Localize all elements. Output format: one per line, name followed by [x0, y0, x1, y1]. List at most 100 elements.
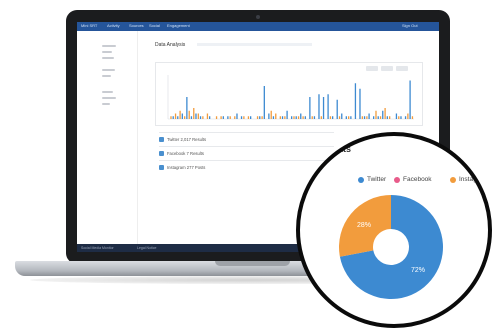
- bar-instagram: [389, 116, 391, 119]
- bar-twitter: [227, 116, 229, 119]
- bar-instagram: [329, 116, 332, 119]
- sidebar-item[interactable]: [102, 91, 113, 93]
- bar-twitter: [359, 88, 361, 119]
- bar-twitter: [195, 113, 197, 119]
- bar-instagram: [384, 108, 386, 119]
- bar-twitter: [382, 110, 384, 119]
- bar-instagram: [243, 116, 245, 119]
- sidebar-item[interactable]: [102, 75, 111, 77]
- sidebar-item[interactable]: [102, 51, 112, 53]
- bar-instagram: [215, 116, 218, 119]
- facebook-icon: [159, 151, 164, 156]
- legend-label: Twitter: [367, 176, 387, 183]
- bar-instagram: [293, 116, 295, 119]
- bar-instagram: [375, 110, 377, 119]
- nav-item-social[interactable]: Social: [149, 23, 160, 28]
- magnifier-circle: ats Twitter Facebook Instagram 72% 28%: [296, 132, 492, 328]
- nav-item-sources[interactable]: Sources: [129, 23, 144, 28]
- bar-instagram: [206, 113, 209, 119]
- bar-instagram: [366, 116, 368, 119]
- bar-twitter: [386, 116, 388, 119]
- bar-twitter: [327, 94, 329, 119]
- bar-twitter: [172, 116, 174, 119]
- bar-twitter: [190, 116, 193, 119]
- bar-instagram: [320, 116, 322, 119]
- bar-instagram: [284, 116, 286, 119]
- sign-out-link[interactable]: Sign Out: [402, 23, 418, 28]
- bar-twitter: [395, 113, 398, 119]
- bar-twitter: [268, 113, 270, 119]
- bar-instagram: [379, 116, 382, 119]
- twitter-icon: [159, 137, 164, 142]
- bar-twitter: [250, 116, 252, 119]
- sidebar-item[interactable]: [102, 57, 114, 59]
- bar-twitter: [336, 99, 338, 119]
- instagram-icon: [159, 165, 164, 170]
- bar-instagram: [261, 116, 263, 119]
- bar-instagram: [170, 116, 172, 119]
- bar-instagram: [348, 116, 350, 119]
- bar-instagram: [184, 116, 186, 119]
- bar-twitter: [272, 116, 275, 119]
- magnified-chart-heading: ats: [338, 144, 352, 154]
- bar-instagram: [256, 116, 259, 119]
- bar-twitter: [186, 97, 188, 119]
- page-title: Data Analysis: [155, 42, 186, 48]
- bar-twitter: [291, 116, 293, 119]
- bar-twitter: [350, 116, 352, 119]
- bar-instagram: [220, 116, 222, 119]
- webcam: [256, 15, 260, 19]
- nav-item-activity[interactable]: Activity: [107, 23, 120, 28]
- legend-swatch: [450, 177, 456, 183]
- bar-instagram: [174, 113, 177, 119]
- legend-label: Instagram: [459, 176, 488, 183]
- title-underline: [197, 43, 312, 46]
- nav-item-engagement[interactable]: Engagement: [167, 23, 190, 28]
- sidebar: [77, 31, 138, 244]
- chart-panel: [155, 62, 423, 126]
- bar-twitter: [377, 116, 379, 119]
- sidebar-item[interactable]: [102, 103, 110, 105]
- footer-link[interactable]: Legal Notice: [137, 246, 156, 250]
- bar-twitter: [363, 116, 366, 119]
- bar-twitter: [199, 116, 202, 119]
- bar-twitter: [400, 116, 402, 119]
- nav-item-brand[interactable]: Mini SRT: [81, 23, 97, 28]
- bar-twitter: [181, 113, 183, 119]
- bar-twitter: [332, 116, 334, 119]
- bar-twitter: [373, 116, 375, 119]
- bar-twitter: [295, 116, 297, 119]
- bar-twitter: [313, 116, 316, 119]
- sidebar-item[interactable]: [102, 69, 115, 71]
- bar-instagram: [361, 116, 363, 119]
- divider: [159, 146, 334, 147]
- bar-instagram: [407, 113, 409, 119]
- bar-twitter: [236, 113, 238, 119]
- laptop-notch: [215, 261, 290, 266]
- bar-twitter: [404, 116, 407, 119]
- bar-instagram: [193, 108, 195, 119]
- bar-instagram: [311, 116, 313, 119]
- bar-instagram: [279, 116, 281, 119]
- footer-brand: Social Media Monitor: [81, 246, 114, 250]
- bar-instagram: [247, 116, 250, 119]
- donut-chart: 72% 28%: [339, 195, 443, 299]
- bar-instagram: [270, 110, 272, 119]
- bar-twitter: [318, 94, 320, 119]
- bar-twitter: [259, 116, 261, 119]
- donut-label-twitter: 72%: [411, 267, 425, 274]
- bar-twitter: [322, 97, 325, 119]
- bar-twitter: [240, 116, 243, 119]
- bar-twitter: [300, 113, 302, 119]
- bar-twitter: [341, 113, 343, 119]
- sidebar-item[interactable]: [102, 97, 116, 99]
- top-navigation: Mini SRT Activity Sources Social Engagem…: [77, 22, 439, 31]
- legend-swatch: [394, 177, 400, 183]
- sidebar-item[interactable]: [102, 45, 116, 47]
- bar-instagram: [197, 113, 199, 119]
- bar-instagram: [179, 110, 181, 119]
- bar-instagram: [338, 116, 341, 119]
- bar-instagram: [188, 110, 190, 119]
- legend-label: Facebook: [403, 176, 432, 183]
- bar-twitter: [263, 86, 265, 119]
